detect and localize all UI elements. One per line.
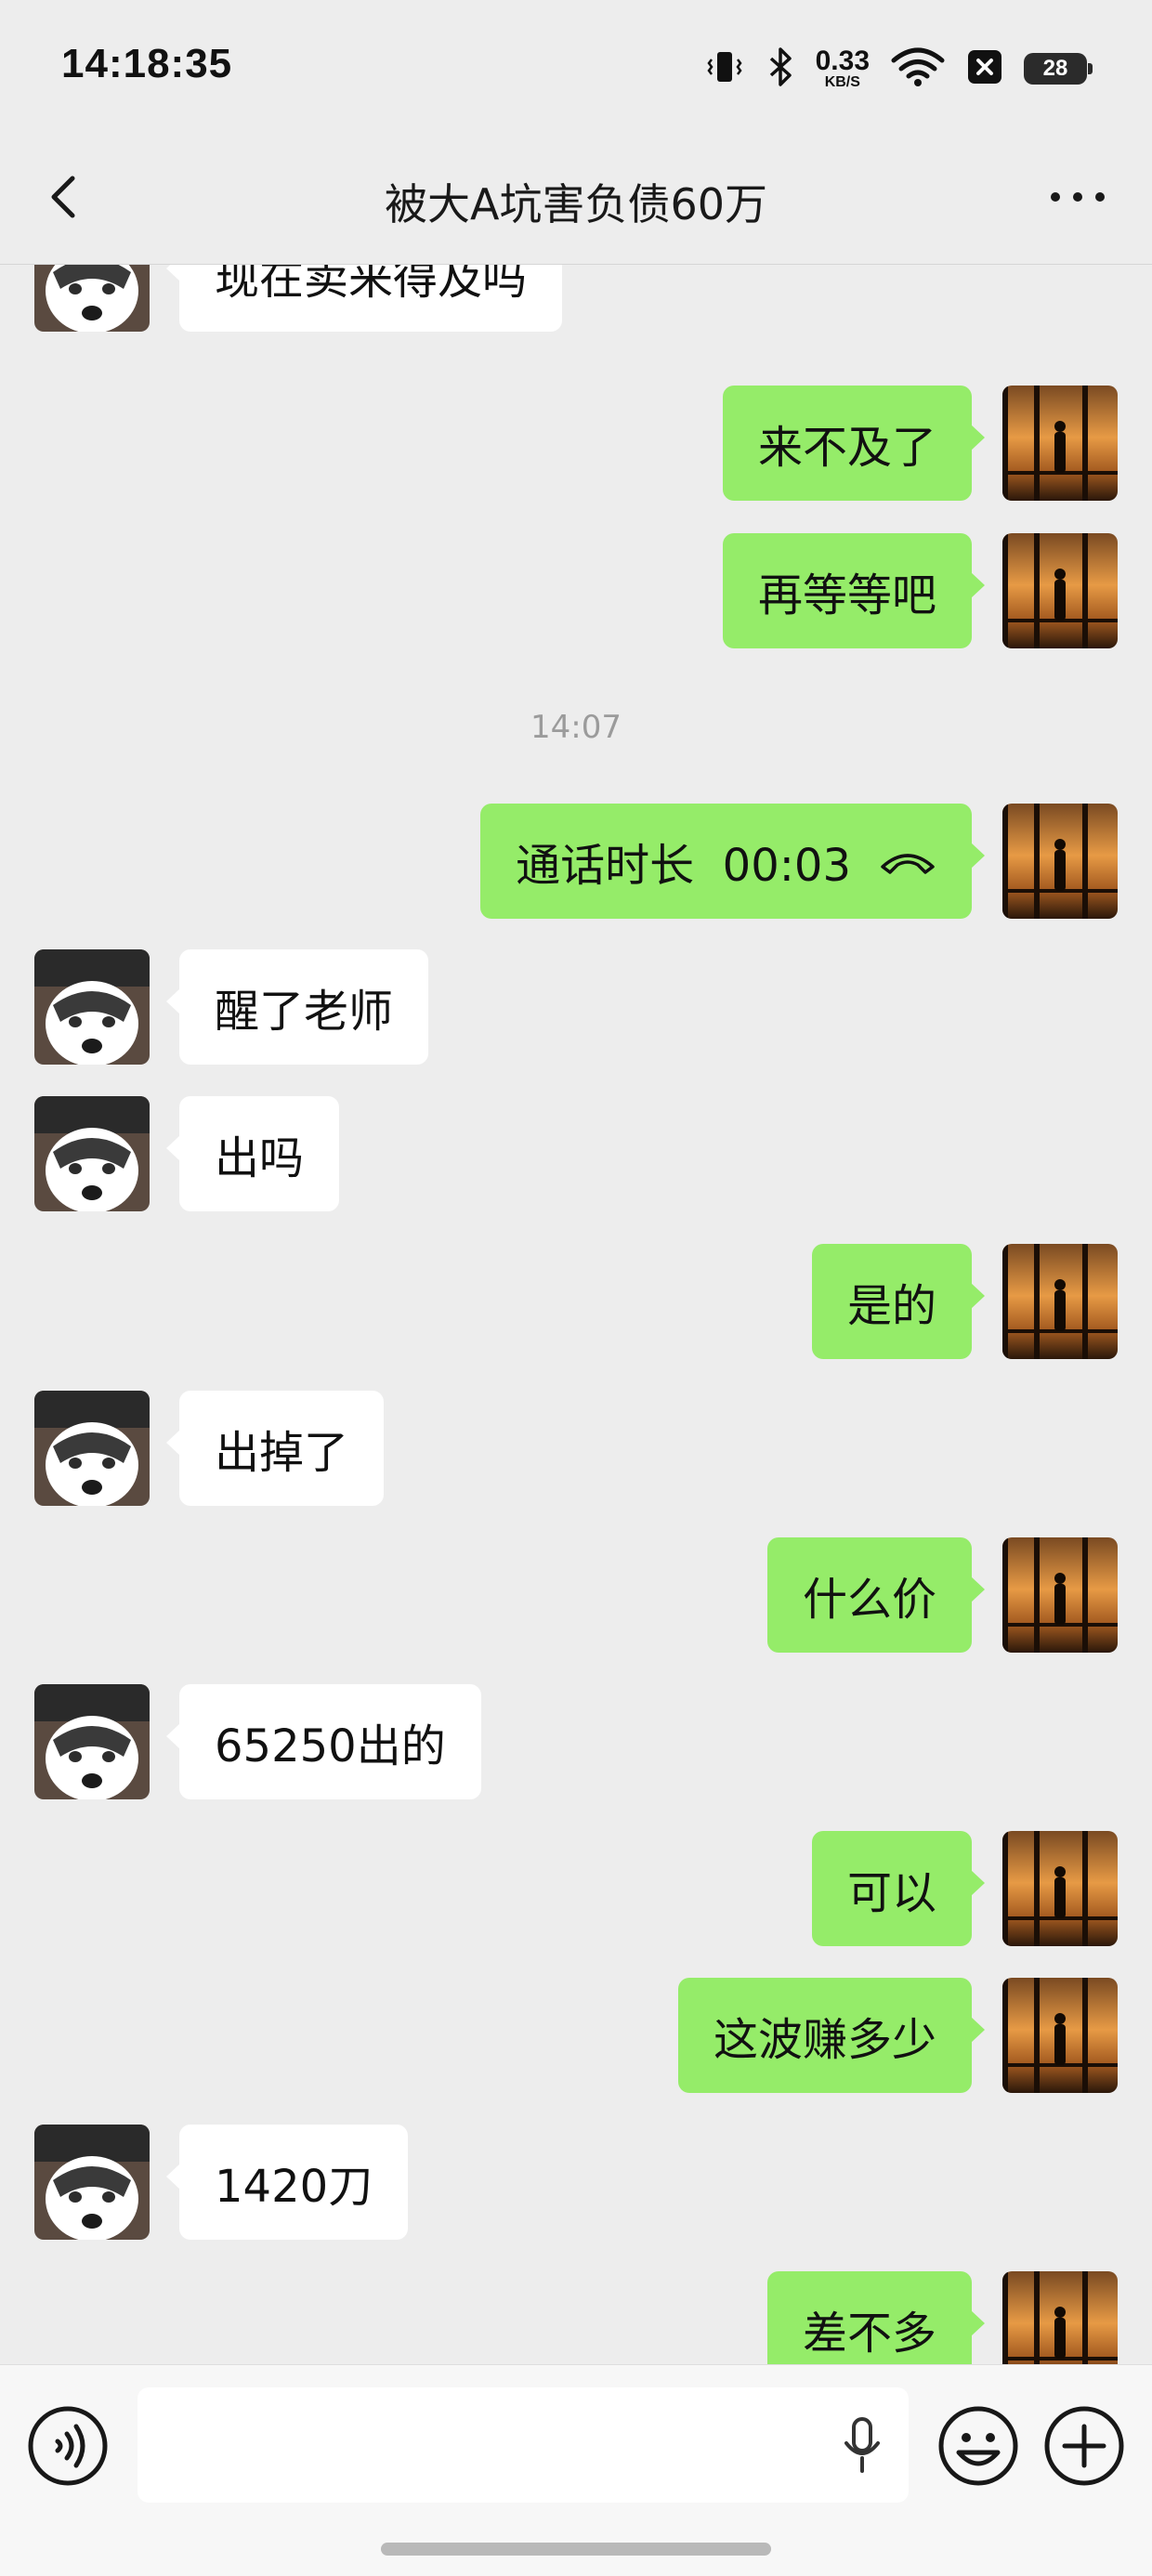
wifi-icon <box>890 46 946 92</box>
more-dots-icon <box>1051 192 1105 202</box>
message-row: 出掉了 <box>0 1391 1152 1506</box>
avatar-self[interactable] <box>1002 533 1118 648</box>
phone-hangup-icon <box>879 835 936 887</box>
back-button[interactable] <box>35 167 95 227</box>
chat-title: 被大A坑害负债60万 <box>384 179 767 229</box>
message-bubble[interactable]: 什么价 <box>766 1537 986 1653</box>
net-speed: 0.33 KB/S <box>816 47 870 90</box>
avatar-self[interactable] <box>1002 2271 1118 2364</box>
status-time: 14:18:35 <box>61 41 233 86</box>
avatar-contact[interactable] <box>34 1096 150 1211</box>
chevron-left-icon <box>51 176 75 218</box>
bluetooth-icon <box>766 46 795 92</box>
message-row: 通话时长 00:03 <box>0 804 1152 919</box>
vibrate-icon <box>704 46 745 91</box>
emoji-button[interactable] <box>936 2404 1020 2488</box>
microphone-icon[interactable] <box>842 2415 883 2475</box>
message-row: 醒了老师 <box>0 949 1152 1065</box>
avatar-contact[interactable] <box>34 265 150 332</box>
avatar-contact[interactable] <box>34 1391 150 1506</box>
message-bubble[interactable]: 65250出的 <box>166 1684 481 1799</box>
message-bubble[interactable]: 再等等吧 <box>722 533 986 648</box>
status-icons: 0.33 KB/S 28 <box>704 41 1093 97</box>
net-speed-value: 0.33 <box>815 46 870 76</box>
avatar-contact[interactable] <box>34 949 150 1065</box>
message-row: 来不及了 <box>0 386 1152 501</box>
message-list[interactable]: 现在卖来得及吗 来不及了 再等等吧 14:07 通话时长 00:03 醒了老师 … <box>0 265 1152 2364</box>
message-bubble[interactable]: 出吗 <box>165 1096 340 1211</box>
message-row: 什么价 <box>0 1537 1152 1653</box>
message-bubble[interactable]: 可以 <box>811 1831 986 1946</box>
battery-icon: 28 <box>1024 53 1093 85</box>
status-bar: 14:18:35 0.33 KB/S 28 <box>0 0 1152 130</box>
message-bubble[interactable]: 出掉了 <box>165 1391 385 1506</box>
message-row: 这波赚多少 <box>0 1978 1152 2093</box>
message-row: 现在卖来得及吗 <box>0 265 1152 332</box>
message-bubble[interactable]: 差不多 <box>766 2271 986 2364</box>
avatar-contact[interactable] <box>34 1684 150 1799</box>
avatar-self[interactable] <box>1002 1244 1118 1359</box>
message-row: 出吗 <box>0 1096 1152 1211</box>
plus-icon <box>1044 2406 1124 2486</box>
notification-x-icon <box>966 46 1003 91</box>
message-input[interactable] <box>137 2387 909 2503</box>
avatar-self[interactable] <box>1002 386 1118 501</box>
more-button[interactable] <box>1041 167 1115 227</box>
avatar-self[interactable] <box>1002 1978 1118 2093</box>
message-row: 1420刀 <box>0 2125 1152 2240</box>
avatar-self[interactable] <box>1002 1537 1118 1653</box>
chat-timestamp: 14:07 <box>530 709 622 746</box>
message-bubble[interactable]: 现在卖来得及吗 <box>165 265 563 332</box>
message-bubble[interactable]: 1420刀 <box>165 2125 409 2240</box>
call-duration-text: 通话时长 00:03 <box>516 840 851 892</box>
emoji-icon <box>938 2406 1018 2486</box>
call-record-bubble[interactable]: 通话时长 00:03 <box>480 804 985 919</box>
message-bubble[interactable]: 这波赚多少 <box>677 1978 986 2093</box>
message-row: 65250出的 <box>0 1684 1152 1799</box>
voice-input-icon <box>28 2406 108 2486</box>
message-bubble[interactable]: 来不及了 <box>722 386 986 501</box>
avatar-contact[interactable] <box>34 2125 150 2240</box>
avatar-self[interactable] <box>1002 1831 1118 1946</box>
message-row: 再等等吧 <box>0 533 1152 648</box>
message-bubble[interactable]: 是的 <box>811 1244 986 1359</box>
message-bubble[interactable]: 醒了老师 <box>165 949 429 1065</box>
voice-toggle-button[interactable] <box>26 2404 110 2488</box>
input-bar <box>0 2364 1152 2576</box>
chat-header: 被大A坑害负债60万 <box>0 130 1152 265</box>
avatar-self[interactable] <box>1002 804 1118 919</box>
message-row: 是的 <box>0 1244 1152 1359</box>
net-speed-unit: KB/S <box>824 74 860 90</box>
more-functions-button[interactable] <box>1042 2404 1126 2488</box>
message-row: 可以 <box>0 1831 1152 1946</box>
home-indicator[interactable] <box>381 2543 771 2556</box>
message-row: 差不多 <box>0 2271 1152 2364</box>
battery-level: 28 <box>1042 56 1068 81</box>
